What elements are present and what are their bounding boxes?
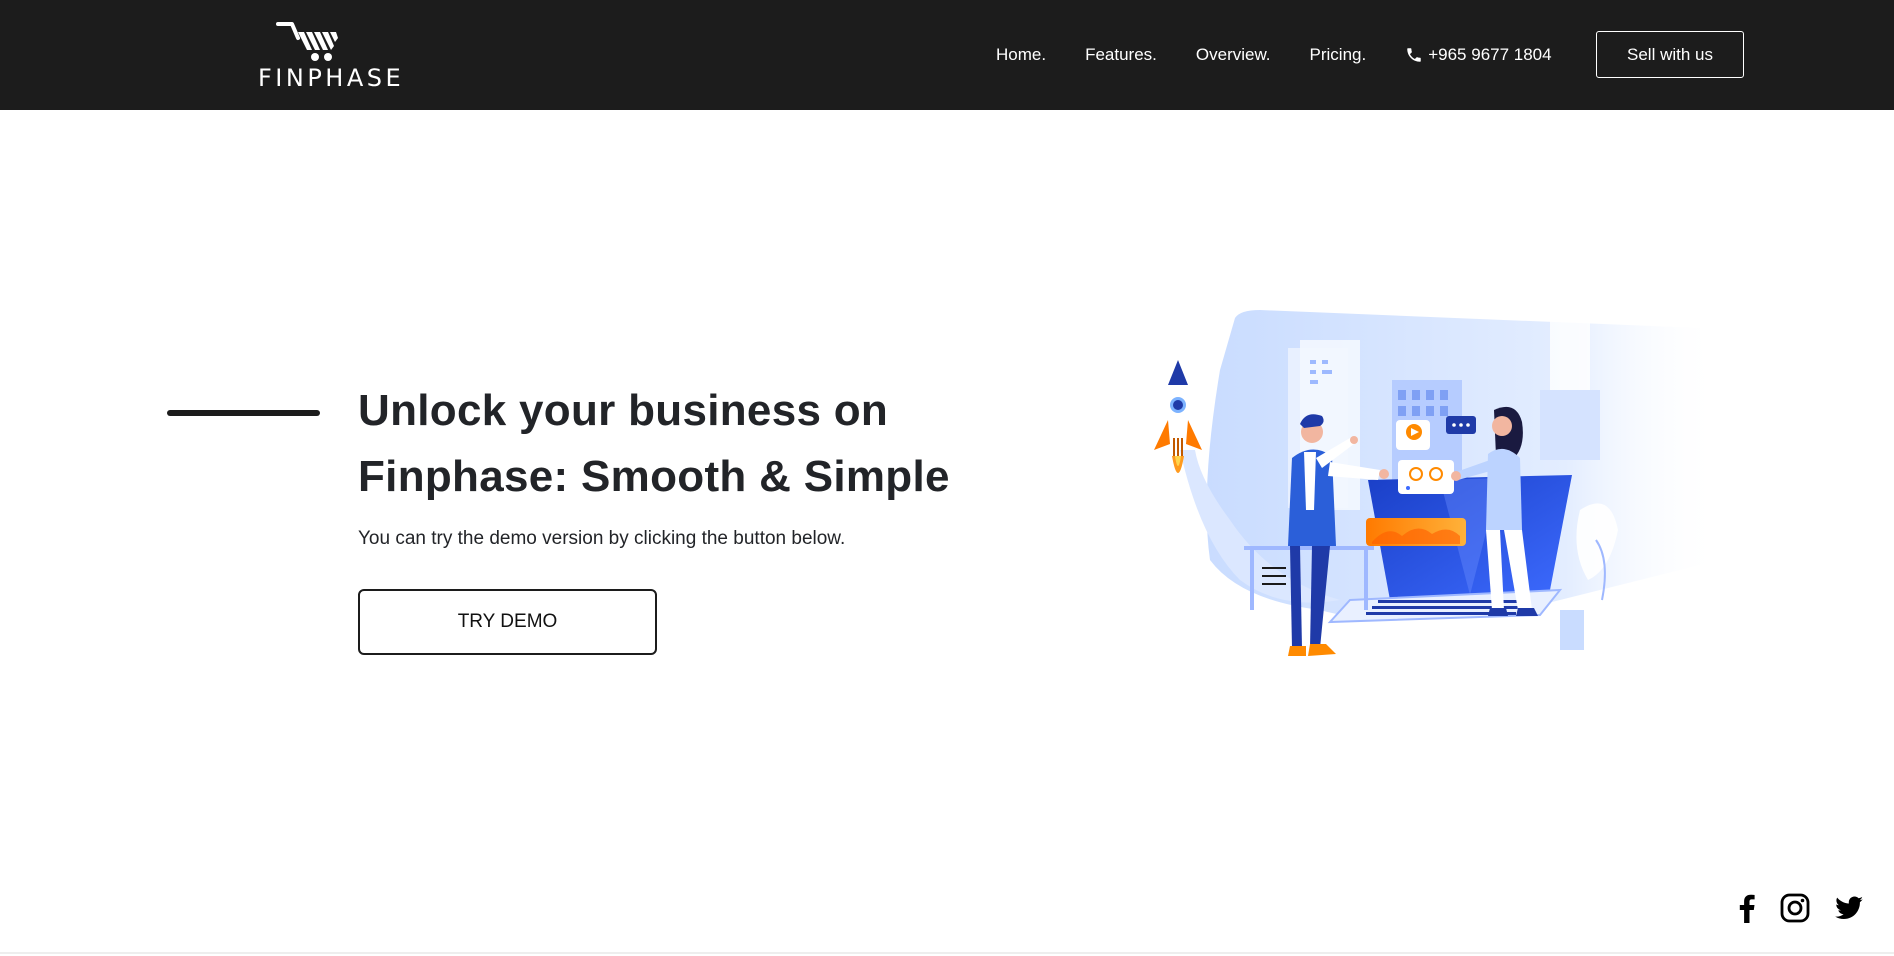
nav-item-overview[interactable]: Overview. — [1196, 45, 1271, 65]
phone-link[interactable]: +965 9677 1804 — [1405, 45, 1552, 65]
instagram-icon[interactable] — [1779, 892, 1811, 924]
hero-title: Unlock your business on Finphase: Smooth… — [358, 386, 950, 501]
facebook-icon[interactable] — [1731, 892, 1763, 924]
nav-item-pricing[interactable]: Pricing. — [1310, 45, 1367, 65]
brand-name: FINPHASE — [258, 64, 405, 92]
accent-divider — [167, 410, 320, 416]
brand-logo[interactable]: FINPHASE — [258, 20, 401, 92]
shopping-cart-icon — [276, 22, 338, 61]
phone-number: +965 9677 1804 — [1428, 45, 1552, 64]
try-demo-button[interactable]: TRY DEMO — [358, 589, 657, 655]
phone-icon — [1407, 48, 1421, 62]
nav-item-home[interactable]: Home. — [996, 45, 1046, 65]
main-nav: Home. Features. Overview. Pricing. +965 … — [996, 0, 1591, 110]
hero-illustration — [1154, 310, 1720, 656]
hero-subtitle: You can try the demo version by clicking… — [358, 528, 846, 549]
nav-item-features[interactable]: Features. — [1085, 45, 1157, 65]
site-header: FINPHASE Home. Features. Overview. Prici… — [0, 0, 1894, 110]
footer-divider — [0, 952, 1894, 954]
twitter-icon[interactable] — [1833, 892, 1865, 924]
sell-with-us-button[interactable]: Sell with us — [1596, 31, 1744, 78]
